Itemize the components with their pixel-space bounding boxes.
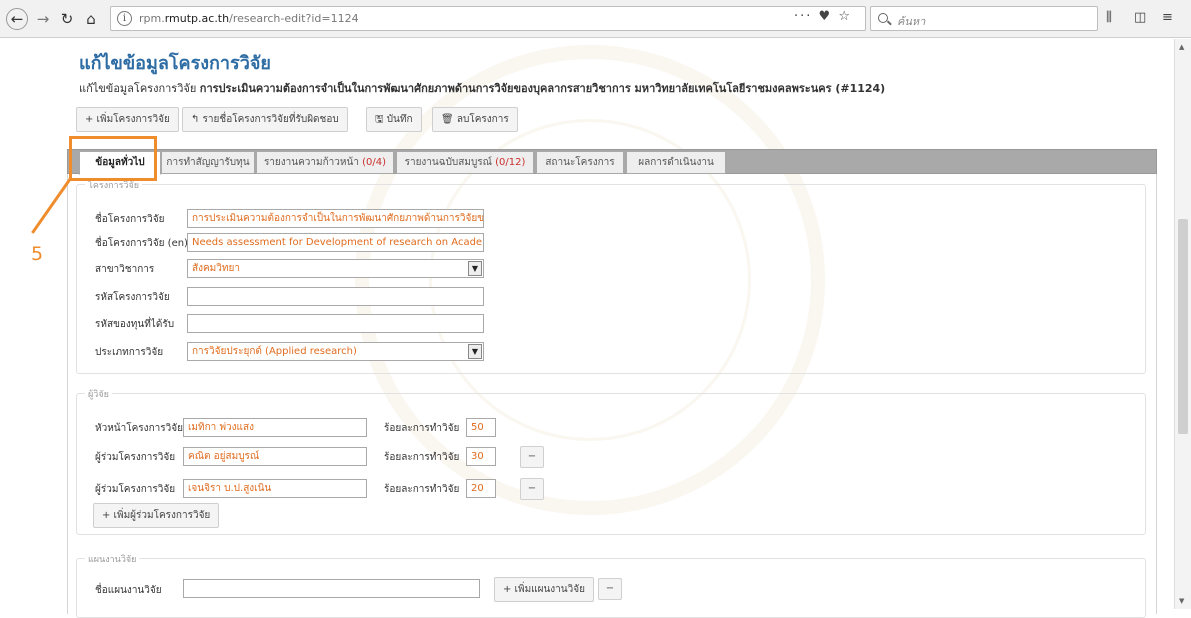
tab-count: (0/4) — [362, 157, 387, 168]
sidebar-icon[interactable]: ◫ — [1134, 10, 1146, 25]
tab-results[interactable]: ผลการดำเนินงาน — [626, 151, 726, 174]
project-name-label: ชื่อโครงการวิจัย — [95, 214, 165, 225]
back-icon[interactable]: ← — [6, 8, 28, 30]
research-plan-legend: แผนงานวิจัย — [85, 552, 140, 566]
project-code-input[interactable] — [187, 287, 484, 306]
tab-label: สถานะโครงการ — [545, 157, 615, 168]
add-co-researcher-button[interactable]: + เพิ่มผู้ร่วมโครงการวิจัย — [93, 503, 220, 528]
responsible-list-button[interactable]: ↰ รายชื่อโครงการวิจัยที่รับผิดชอบ — [182, 107, 348, 132]
chevron-down-icon[interactable]: ▼ — [468, 344, 482, 359]
tab-count: (0/12) — [495, 157, 526, 168]
subtitle-prefix: แก้ไขข้อมูลโครงการวิจัย — [79, 82, 197, 95]
add-project-button[interactable]: + เพิ่มโครงการวิจัย — [76, 107, 179, 132]
save-button[interactable]: 🖫 บันทึก — [366, 107, 422, 132]
delete-project-button[interactable]: 🗑 ลบโครงการ — [432, 107, 518, 132]
percent-label: ร้อยละการทำวิจัย — [384, 452, 460, 463]
browser-toolbar: ← → ↻ ⌂ i rpm.rmutp.ac.th/research-edit?… — [0, 0, 1191, 38]
researchers-legend: ผู้วิจัย — [85, 387, 112, 401]
chevron-down-icon[interactable]: ▼ — [468, 261, 482, 276]
add-plan-button[interactable]: + เพิ่มแผนงานวิจัย — [494, 577, 594, 602]
page-title: แก้ไขข้อมูลโครงการวิจัย — [79, 53, 271, 74]
project-name-input[interactable]: การประเมินความต้องการจำเป็นในการพัฒนาศัก… — [187, 209, 484, 228]
percent-input[interactable]: 30 — [466, 447, 496, 466]
percent-label: ร้อยละการทำวิจัย — [384, 423, 460, 434]
project-name-en-label: ชื่อโครงการวิจัย (en) — [95, 238, 188, 249]
field-select-value: สังคมวิทยา — [192, 263, 240, 274]
callout-line — [31, 178, 72, 234]
menu-icon[interactable]: ≡ — [1162, 10, 1173, 25]
tab-label: ผลการดำเนินงาน — [638, 157, 714, 168]
research-type-select[interactable]: การวิจัยประยุกต์ (Applied research) ▼ — [187, 342, 484, 361]
page-actions-icons[interactable]: ··· ♥ ☆ — [794, 9, 852, 24]
research-type-value: การวิจัยประยุกต์ (Applied research) — [192, 346, 357, 357]
home-icon[interactable]: ⌂ — [80, 8, 102, 30]
project-code-label: รหัสโครงการวิจัย — [95, 292, 170, 303]
remove-researcher-button[interactable]: − — [520, 478, 544, 500]
tab-label: รายงานฉบับสมบูรณ์ — [404, 157, 492, 168]
info-icon[interactable]: i — [117, 11, 132, 26]
plan-name-label: ชื่อแผนงานวิจัย — [95, 585, 162, 596]
project-full-title: การประเมินความต้องการจำเป็นในการพัฒนาศัก… — [199, 82, 886, 95]
tab-grant-contract[interactable]: การทำสัญญารับทุน — [161, 151, 255, 174]
researcher-name-input[interactable]: เมทิกา พ่วงแสง — [183, 418, 367, 437]
url-text: rpm.rmutp.ac.th/research-edit?id=1124 — [139, 12, 359, 25]
scroll-thumb[interactable] — [1178, 219, 1188, 434]
percent-input[interactable]: 50 — [466, 418, 496, 437]
tab-final-report[interactable]: รายงานฉบับสมบูรณ์ (0/12) — [396, 151, 534, 174]
page-subtitle: แก้ไขข้อมูลโครงการวิจัย การประเมินความต้… — [79, 79, 885, 97]
researcher-name-input[interactable]: คณิต อยู่สมบูรณ์ — [183, 447, 367, 466]
fund-code-label: รหัสของทุนที่ได้รับ — [95, 319, 175, 330]
url-path: /research-edit?id=1124 — [229, 12, 359, 25]
search-input[interactable]: ค้นหา — [870, 6, 1098, 31]
url-domain: rmutp.ac.th — [164, 12, 230, 25]
field-select[interactable]: สังคมวิทยา ▼ — [187, 259, 484, 278]
library-icon[interactable]: ⫼ — [1106, 10, 1112, 25]
scroll-down-icon[interactable]: ▼ — [1179, 597, 1184, 605]
forward-icon[interactable]: → — [32, 8, 54, 30]
url-prefix: rpm. — [139, 12, 165, 25]
tab-progress-report[interactable]: รายงานความก้าวหน้า (0/4) — [256, 151, 394, 174]
field-label: สาขาวิชาการ — [95, 264, 155, 275]
fund-code-input[interactable] — [187, 314, 484, 333]
researcher-role-label: หัวหน้าโครงการวิจัย — [95, 423, 183, 434]
researcher-role-label: ผู้ร่วมโครงการวิจัย — [95, 484, 176, 495]
tab-project-status[interactable]: สถานะโครงการ — [536, 151, 624, 174]
plan-name-input[interactable] — [183, 579, 480, 598]
remove-researcher-button[interactable]: − — [520, 446, 544, 468]
search-icon — [878, 13, 888, 23]
tab-label: การทำสัญญารับทุน — [166, 157, 250, 168]
research-type-label: ประเภทการวิจัย — [95, 347, 164, 358]
percent-input[interactable]: 20 — [466, 479, 496, 498]
search-placeholder: ค้นหา — [897, 15, 926, 28]
page-scrollbar[interactable]: ▲ ▼ — [1174, 39, 1191, 609]
reload-icon[interactable]: ↻ — [56, 8, 78, 30]
tab-label: รายงานความก้าวหน้า — [263, 157, 359, 168]
researcher-name-input[interactable]: เจนจิรา บ.ป.สูงเนิน — [183, 479, 367, 498]
project-name-en-input[interactable]: Needs assessment for Development of rese… — [187, 233, 484, 252]
scroll-up-icon[interactable]: ▲ — [1179, 43, 1184, 51]
remove-plan-button[interactable]: − — [598, 578, 622, 600]
url-bar[interactable]: i rpm.rmutp.ac.th/research-edit?id=1124 — [110, 6, 866, 31]
tab-highlight-box — [69, 136, 157, 181]
percent-label: ร้อยละการทำวิจัย — [384, 484, 460, 495]
researcher-role-label: ผู้ร่วมโครงการวิจัย — [95, 452, 176, 463]
callout-number: 5 — [31, 243, 44, 265]
